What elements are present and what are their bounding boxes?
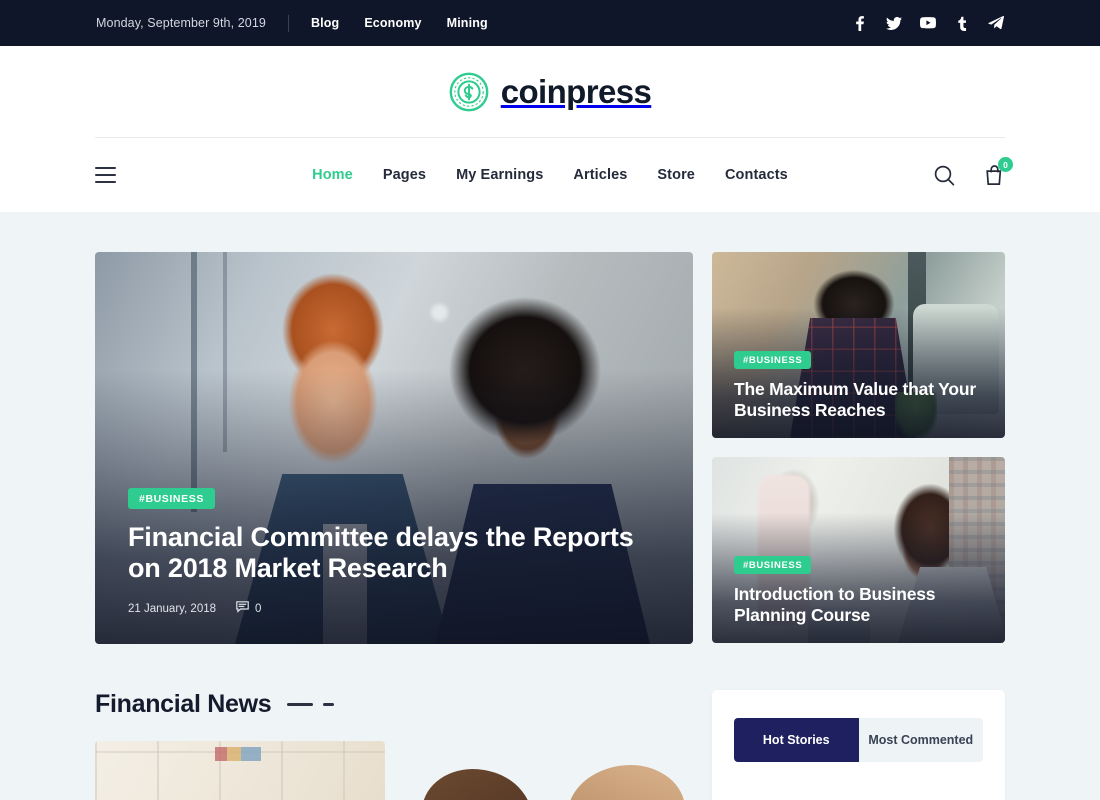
search-icon[interactable] [933, 164, 955, 186]
side-articles: #BUSINESS The Maximum Value that Your Bu… [712, 252, 1005, 644]
site-header: coinpress Home Pages My Earnings Article… [0, 46, 1100, 212]
nav-item-store[interactable]: Store [657, 167, 695, 183]
category-badge[interactable]: #BUSINESS [734, 555, 812, 574]
side-article-body-1: #BUSINESS The Maximum Value that Your Bu… [712, 350, 1005, 438]
nav-item-my-earnings[interactable]: My Earnings [456, 167, 543, 183]
topbar-link-mining[interactable]: Mining [447, 16, 488, 30]
news-card-2[interactable] [404, 741, 694, 800]
news-card-1[interactable] [95, 741, 385, 800]
side-article-title-1: The Maximum Value that Your Business Rea… [734, 378, 976, 421]
side-article-title-2: Introduction to Business Planning Course [734, 583, 936, 626]
site-logo[interactable]: coinpress [449, 72, 652, 112]
tab-hot-stories[interactable]: Hot Stories [734, 718, 859, 762]
hero-grid: #BUSINESS Financial Committee delays the… [95, 252, 1005, 644]
facebook-icon[interactable] [852, 15, 868, 31]
topbar-divider [287, 14, 289, 32]
nav-item-home[interactable]: Home [312, 167, 353, 183]
main-nav: Home Pages My Earnings Articles Store Co… [0, 138, 1100, 212]
topbar-link-economy[interactable]: Economy [364, 16, 421, 30]
hamburger-icon[interactable] [95, 167, 116, 183]
cart-icon[interactable]: 0 [983, 157, 1013, 186]
section-header: Financial News [95, 690, 693, 719]
news-image-1 [95, 741, 385, 800]
cart-count-badge: 0 [998, 157, 1013, 172]
main-content: #BUSINESS Financial Committee delays the… [0, 212, 1100, 800]
news-grid [95, 741, 693, 800]
social-links [852, 15, 1004, 31]
news-image-2 [404, 741, 694, 800]
publish-date: 21 January, 2018 [128, 602, 217, 615]
nav-item-contacts[interactable]: Contacts [725, 167, 788, 183]
youtube-icon[interactable] [920, 15, 936, 31]
twitter-icon[interactable] [886, 15, 902, 31]
category-badge[interactable]: #BUSINESS [128, 487, 215, 509]
featured-article-meta: 21 January, 2018 0 [128, 601, 660, 616]
side-article-card-1[interactable]: #BUSINESS The Maximum Value that Your Bu… [712, 252, 1005, 438]
tab-most-commented[interactable]: Most Commented [858, 718, 983, 762]
featured-article-body: #BUSINESS Financial Committee delays the… [95, 487, 693, 644]
nav-item-articles[interactable]: Articles [573, 167, 627, 183]
tumblr-icon[interactable] [954, 15, 970, 31]
category-badge[interactable]: #BUSINESS [734, 350, 812, 369]
section-dash-long [287, 703, 314, 706]
top-bar: Monday, September 9th, 2019 Blog Economy… [0, 0, 1100, 46]
topbar-links: Blog Economy Mining [311, 16, 488, 30]
lower-section: Financial News Hot Stories Most Commente… [95, 690, 1005, 800]
side-article-body-2: #BUSINESS Introduction to Business Plann… [712, 555, 1005, 643]
side-article-card-2[interactable]: #BUSINESS Introduction to Business Plann… [712, 457, 1005, 643]
telegram-icon[interactable] [988, 15, 1004, 31]
coin-icon [449, 72, 489, 112]
featured-article-card[interactable]: #BUSINESS Financial Committee delays the… [95, 252, 693, 644]
logo-area: coinpress [0, 46, 1100, 137]
page-root: Monday, September 9th, 2019 Blog Economy… [0, 0, 1100, 800]
financial-news-column: Financial News [95, 690, 693, 800]
nav-item-pages[interactable]: Pages [383, 167, 426, 183]
comment-count: 0 [236, 601, 261, 616]
comment-icon [236, 601, 249, 616]
section-dash-short [323, 703, 335, 706]
current-date: Monday, September 9th, 2019 [96, 16, 266, 30]
sidebar-widget: Hot Stories Most Commented [712, 690, 1005, 800]
logo-text: coinpress [500, 73, 652, 110]
nav-actions: 0 [933, 157, 1013, 186]
widget-tabs: Hot Stories Most Commented [734, 718, 983, 762]
section-title: Financial News [95, 690, 272, 718]
featured-article-title: Financial Committee delays the Reports o… [128, 521, 634, 584]
topbar-link-blog[interactable]: Blog [311, 16, 339, 30]
